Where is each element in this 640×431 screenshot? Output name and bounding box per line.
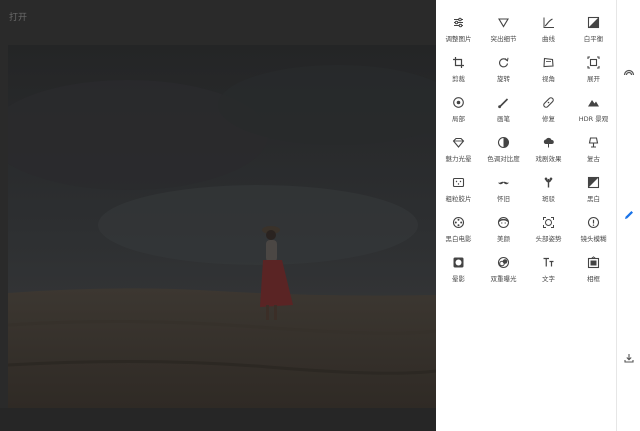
tool-tonal[interactable]: 色调对比度 — [481, 120, 526, 163]
tool-perspective[interactable]: 视角 — [526, 40, 571, 83]
tool-tune[interactable]: 调整图片 — [436, 0, 481, 43]
tool-label: 相框 — [587, 275, 600, 283]
cloud-icon — [542, 136, 555, 149]
film-icon — [452, 176, 465, 189]
double-exposure-icon — [497, 256, 510, 269]
brush-icon — [497, 96, 510, 109]
sliders-icon — [452, 16, 465, 29]
open-button[interactable]: 打开 — [9, 10, 27, 23]
tool-grunge[interactable]: 斑驳 — [526, 160, 571, 203]
diamond-icon — [452, 136, 465, 149]
face-icon — [497, 216, 510, 229]
tool-healing[interactable]: 修复 — [526, 80, 571, 123]
lens-blur-icon — [587, 216, 600, 229]
triangle-down-icon — [497, 16, 510, 29]
tool-label: 双重曝光 — [490, 275, 517, 283]
lamp-icon — [587, 136, 600, 149]
white-balance-icon — [587, 16, 600, 29]
tool-selective[interactable]: 局部 — [436, 80, 481, 123]
bandage-icon — [542, 96, 555, 109]
grunge-icon — [542, 176, 555, 189]
tool-vignette[interactable]: 晕影 — [436, 240, 481, 283]
tool-bw[interactable]: 黑白 — [571, 160, 616, 203]
curve-icon — [542, 16, 555, 29]
editor-stage: 打开 — [0, 0, 436, 431]
photo-canvas — [8, 45, 436, 408]
tool-curves[interactable]: 曲线 — [526, 0, 571, 43]
right-rail — [616, 0, 640, 431]
tool-rotate[interactable]: 旋转 — [481, 40, 526, 83]
tool-glamour[interactable]: 魅力光晕 — [436, 120, 481, 163]
mustache-icon — [497, 176, 510, 189]
mountain-icon — [587, 96, 600, 109]
perspective-icon — [542, 56, 555, 69]
tools-tab[interactable] — [623, 209, 635, 221]
half-circle-icon — [497, 136, 510, 149]
tool-drama[interactable]: 戏剧效果 — [526, 120, 571, 163]
tool-retrolux[interactable]: 怀旧 — [481, 160, 526, 203]
photo-image — [8, 45, 436, 408]
crop-icon — [452, 56, 465, 69]
tool-vintage[interactable]: 复古 — [571, 120, 616, 163]
vignette-icon — [452, 256, 465, 269]
text-icon — [542, 256, 555, 269]
tool-noir[interactable]: 黑白电影 — [436, 200, 481, 243]
tool-crop[interactable]: 剪裁 — [436, 40, 481, 83]
target-icon — [452, 96, 465, 109]
tool-headpose[interactable]: 头部姿势 — [526, 200, 571, 243]
tool-lensblur[interactable]: 镜头模糊 — [571, 200, 616, 243]
tool-hdr[interactable]: HDR 景观 — [571, 80, 616, 123]
tool-details[interactable]: 突出细节 — [481, 0, 526, 43]
tool-wb[interactable]: 白平衡 — [571, 0, 616, 43]
download-icon — [624, 354, 634, 363]
tool-label: 文字 — [542, 275, 555, 283]
tool-double[interactable]: 双重曝光 — [481, 240, 526, 283]
tool-frames[interactable]: 相框 — [571, 240, 616, 283]
rainbow-icon — [623, 69, 635, 76]
film-reel-icon — [452, 216, 465, 229]
pencil-icon — [625, 211, 633, 219]
head-pose-icon — [542, 216, 555, 229]
tool-expand[interactable]: 展开 — [571, 40, 616, 83]
export-tab[interactable] — [623, 352, 635, 364]
frame-icon — [587, 256, 600, 269]
tool-portrait[interactable]: 美颜 — [481, 200, 526, 243]
expand-icon — [587, 56, 600, 69]
stage-footer — [0, 408, 436, 431]
tools-panel: 调整图片 突出细节 曲线 白平衡剪裁 旋转 视角 展开局部 画笔 修复 HDR 景观魅力光晕 色调对… — [436, 0, 616, 431]
tool-brush[interactable]: 画笔 — [481, 80, 526, 123]
rotate-icon — [497, 56, 510, 69]
tool-text[interactable]: 文字 — [526, 240, 571, 283]
tool-grainy[interactable]: 粗粒胶片 — [436, 160, 481, 203]
bw-icon — [587, 176, 600, 189]
tool-label: 晕影 — [452, 275, 465, 283]
looks-tab[interactable] — [623, 66, 635, 78]
